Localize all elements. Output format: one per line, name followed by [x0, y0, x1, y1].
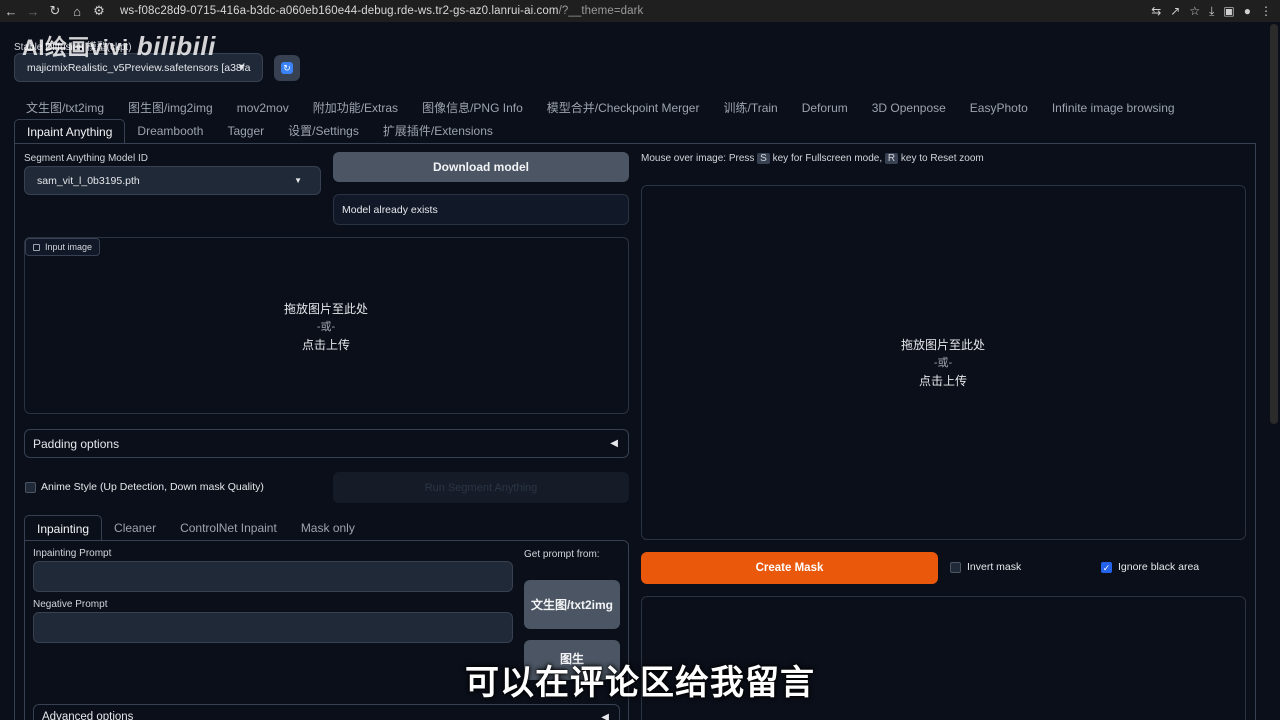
input-image-chip: Input image [25, 238, 101, 256]
watermark-text: AI绘画vivi [22, 35, 129, 60]
bookmark-star-icon[interactable]: ☆ [1189, 4, 1200, 18]
tab-mask-only[interactable]: Mask only [289, 515, 367, 541]
chevron-down-icon: ▼ [237, 62, 246, 72]
download-icon[interactable]: ⤓ [1209, 4, 1214, 19]
negative-prompt-input[interactable] [33, 612, 513, 643]
home-icon[interactable]: ⌂ [66, 4, 88, 19]
negative-prompt-label: Negative Prompt [33, 599, 108, 610]
tab-mov2mov[interactable]: mov2mov [225, 96, 301, 120]
download-model-button[interactable]: Download model [333, 152, 629, 182]
invert-mask-checkbox[interactable] [950, 562, 961, 573]
advanced-options-label: Advanced options [42, 711, 134, 720]
tab-controlnet-inpaint[interactable]: ControlNet Inpaint [168, 515, 289, 541]
key-s: S [757, 153, 770, 164]
ignore-black-area-label: Ignore black area [1118, 561, 1200, 573]
tab-settings[interactable]: 设置/Settings [276, 119, 371, 143]
model-status-text: Model already exists [342, 204, 438, 216]
tab-train[interactable]: 训练/Train [711, 96, 789, 120]
tab-3d-openpose[interactable]: 3D Openpose [860, 96, 958, 120]
chevron-down-icon: ▼ [294, 176, 302, 185]
padding-options-label: Padding options [33, 436, 120, 451]
drop-or: -或- [933, 357, 953, 369]
refresh-checkpoint-button[interactable]: ↻ [274, 55, 300, 81]
url-path: /?__theme=dark [558, 5, 644, 17]
advanced-options-accordion[interactable]: Advanced options ◀ [33, 704, 620, 720]
tab-png-info[interactable]: 图像信息/PNG Info [410, 96, 535, 120]
url-host: ws-f08c28d9-0715-416a-b3dc-a060eb160e44-… [120, 5, 559, 17]
tab-image-browsing[interactable]: Infinite image browsing [1040, 96, 1187, 120]
click-upload: 点击上传 [301, 338, 350, 352]
menu-icon[interactable]: ⋮ [1260, 4, 1272, 18]
zoom-hint-post: key to Reset zoom [898, 153, 984, 164]
inpainting-prompt-input[interactable] [33, 561, 513, 592]
collapse-triangle-icon: ◀ [610, 438, 618, 449]
sidepanel-icon[interactable]: ▣ [1223, 4, 1234, 18]
tab-deforum[interactable]: Deforum [790, 96, 860, 120]
get-prompt-label: Get prompt from: [524, 549, 600, 560]
reload-icon[interactable]: ↻ [44, 3, 66, 19]
inpainting-prompt-label: Inpainting Prompt [33, 548, 112, 559]
create-mask-button[interactable]: Create Mask [641, 552, 938, 584]
tab-extras[interactable]: 附加功能/Extras [301, 96, 410, 120]
watermark: AI绘画vivi bilibili [22, 30, 216, 62]
browser-toolbar: ← → ↻ ⌂ ⚙ ws-f08c28d9-0715-416a-b3dc-a06… [0, 0, 1280, 22]
sam-model-select[interactable]: sam_vit_l_0b3195.pth ▼ [24, 166, 321, 195]
tab-extensions[interactable]: 扩展插件/Extensions [371, 119, 505, 143]
sam-model-value: sam_vit_l_0b3195.pth [37, 174, 140, 187]
key-r: R [884, 153, 899, 164]
model-status-box: Model already exists [333, 194, 629, 225]
tab-txt2img[interactable]: 文生图/txt2img [14, 96, 116, 120]
sam-model-label: Segment Anything Model ID [24, 153, 148, 164]
drop-hint: 拖放图片至此处 [283, 302, 368, 316]
translate-icon[interactable]: ⇆ [1151, 4, 1161, 18]
anime-style-checkbox[interactable] [25, 482, 36, 493]
checkpoint-value: majicmixRealistic_v5Preview.safetensors … [27, 62, 251, 74]
zoom-hint: Mouse over image: Press S key for Fullsc… [641, 153, 984, 164]
inpaint-subtabs: Inpainting Cleaner ControlNet Inpaint Ma… [24, 515, 629, 541]
get-prompt-txt2img-button[interactable]: 文生图/txt2img [524, 580, 620, 629]
run-segment-anything-button[interactable]: Run Segment Anything [333, 472, 629, 503]
video-subtitle: 可以在评论区给我留言 [465, 664, 815, 702]
tab-img2img[interactable]: 图生图/img2img [116, 96, 225, 120]
refresh-icon: ↻ [281, 62, 293, 74]
tab-inpainting[interactable]: Inpainting [24, 515, 103, 541]
site-info-icon[interactable]: ⚙ [88, 3, 110, 19]
main-tabs-row2: Inpaint Anything Dreambooth Tagger 设置/Se… [14, 119, 505, 143]
image-icon [33, 243, 40, 251]
drop-or: -或- [316, 321, 336, 333]
tab-checkpoint-merger[interactable]: 模型合并/Checkpoint Merger [535, 96, 712, 120]
anime-style-label: Anime Style (Up Detection, Down mask Qua… [41, 481, 264, 493]
page-scrollbar[interactable] [1270, 24, 1278, 424]
forward-icon[interactable]: → [22, 4, 44, 19]
drop-hint: 拖放图片至此处 [900, 338, 985, 352]
click-upload: 点击上传 [918, 374, 967, 388]
input-drop-text: 拖放图片至此处 -或- 点击上传 [226, 300, 426, 354]
account-icon[interactable]: ● [1244, 4, 1251, 18]
ignore-black-area-checkbox[interactable]: ✓ [1101, 562, 1112, 573]
padding-options-accordion[interactable]: Padding options ◀ [24, 429, 629, 458]
tab-tagger[interactable]: Tagger [215, 119, 276, 143]
tab-cleaner[interactable]: Cleaner [102, 515, 168, 541]
main-tabs-row1: 文生图/txt2img 图生图/img2img mov2mov 附加功能/Ext… [14, 96, 1187, 120]
tab-inpaint-anything[interactable]: Inpaint Anything [14, 119, 126, 143]
invert-mask-label: Invert mask [967, 561, 1022, 573]
zoom-hint-mid: key for Fullscreen mode, [769, 153, 885, 164]
tab-easyphoto[interactable]: EasyPhoto [958, 96, 1040, 120]
input-image-label: Input image [45, 242, 93, 252]
share-icon[interactable]: ↗ [1170, 4, 1180, 18]
sam-drop-text: 拖放图片至此处 -或- 点击上传 [843, 336, 1043, 390]
zoom-hint-pre: Mouse over image: Press [641, 153, 758, 164]
collapse-triangle-icon: ◀ [601, 711, 609, 720]
tab-dreambooth[interactable]: Dreambooth [125, 119, 215, 143]
back-icon[interactable]: ← [0, 4, 22, 19]
bilibili-logo: bilibili [136, 31, 216, 61]
address-bar[interactable]: ws-f08c28d9-0715-416a-b3dc-a060eb160e44-… [120, 5, 643, 17]
